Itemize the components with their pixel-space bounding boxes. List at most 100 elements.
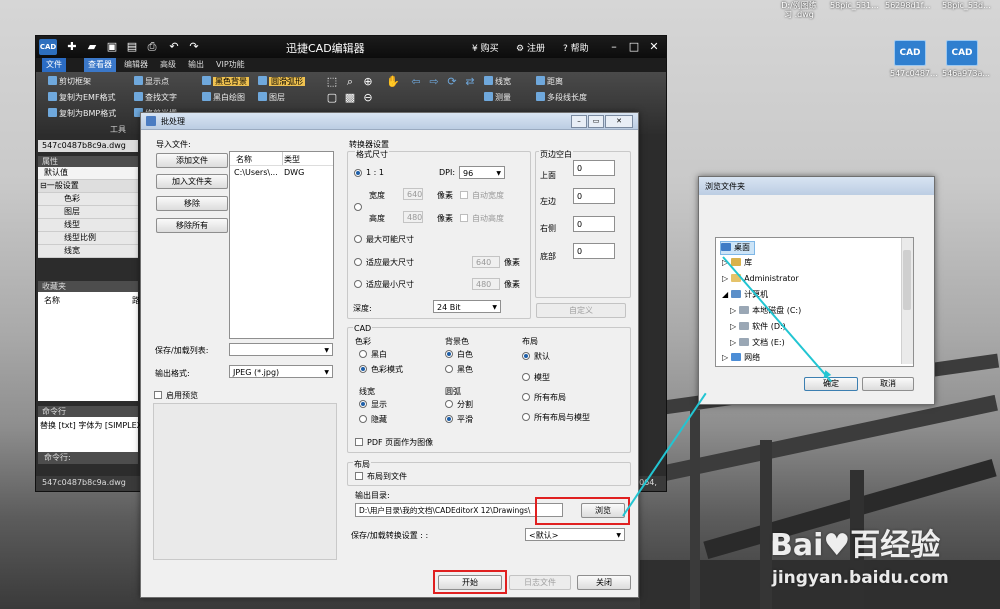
scrollbar-thumb[interactable]	[903, 250, 911, 310]
close-button[interactable]: 关闭	[577, 575, 631, 590]
desktop-file-label[interactable]: 58pic_531...	[830, 1, 879, 10]
output-dir-input[interactable]: D:\用户目录\我的文档\CADEditorX 12\Drawings\	[355, 503, 563, 517]
ratio-radio[interactable]	[354, 169, 362, 177]
color-mode-radio[interactable]	[359, 365, 367, 373]
tree-item-network[interactable]: ▷ 网络	[722, 352, 760, 364]
print-icon[interactable]: ⎙	[146, 41, 158, 53]
lineweight-show-radio[interactable]	[359, 400, 367, 408]
bw-radio[interactable]	[359, 350, 367, 358]
fit-max-input[interactable]: 640	[472, 256, 500, 268]
remove-button[interactable]: 移除	[156, 196, 228, 211]
output-format-select[interactable]: JPEG (*.jpg) ▼	[229, 365, 333, 378]
ribbon-polyline-length[interactable]: 多段线长度	[536, 92, 587, 103]
default-layout-radio[interactable]	[522, 352, 530, 360]
ribbon-smooth-arc[interactable]: 圆滑弧形	[258, 76, 305, 87]
menu-output[interactable]: 输出	[184, 58, 208, 72]
property-row[interactable]: 线型比例	[38, 232, 138, 245]
menu-advanced[interactable]: 高级	[156, 58, 180, 72]
ribbon-distance[interactable]: 距离	[536, 76, 563, 87]
rotate-icon[interactable]: ⟳	[446, 76, 458, 88]
cancel-button[interactable]: 取消	[862, 377, 914, 391]
zoom-window-icon[interactable]: ⬚	[326, 76, 338, 88]
fit-max-radio[interactable]	[354, 258, 362, 266]
batch-minimize-icon[interactable]: –	[571, 115, 587, 128]
log-file-button[interactable]: 日志文件	[509, 575, 571, 590]
margin-top-input[interactable]: 0	[573, 160, 615, 176]
arc-smooth-radio[interactable]	[445, 415, 453, 423]
property-row[interactable]: 线型	[38, 219, 138, 232]
add-file-button[interactable]: 添加文件	[156, 153, 228, 168]
batch-close-icon[interactable]: ✕	[605, 115, 633, 128]
property-row[interactable]: 图层	[38, 206, 138, 219]
margin-left-input[interactable]: 0	[573, 188, 615, 204]
redo-icon[interactable]: ↷	[188, 41, 200, 53]
save-settings-select[interactable]: <默认> ▼	[525, 528, 625, 541]
auto-height-checkbox[interactable]	[460, 214, 468, 222]
menu-vip[interactable]: VIP功能	[212, 58, 249, 72]
properties-default[interactable]: 默认值	[38, 167, 138, 180]
pan-hand-icon[interactable]: ✋	[386, 76, 400, 88]
zoom-in-icon[interactable]: ⊕	[362, 76, 374, 88]
max-possible-radio[interactable]	[354, 235, 362, 243]
register-button[interactable]: ⚙ 注册	[516, 41, 545, 54]
black-bg-radio[interactable]	[445, 365, 453, 373]
desktop-icon-cad-2[interactable]: CAD 546a973a...	[942, 40, 990, 78]
ribbon-lineweight[interactable]: 线宽	[484, 76, 511, 87]
tree-item-drive-e[interactable]: ▷ 文档 (E:)	[730, 337, 785, 349]
custom-size-radio[interactable]	[354, 203, 362, 211]
arc-split-radio[interactable]	[445, 400, 453, 408]
all-layouts-radio[interactable]	[522, 393, 530, 401]
height-input[interactable]: 480	[403, 211, 423, 223]
pdf-as-image-checkbox[interactable]	[355, 438, 363, 446]
minimize-icon[interactable]: –	[608, 41, 620, 53]
help-button[interactable]: ? 帮助	[563, 41, 589, 54]
ribbon-find-text[interactable]: 查找文字	[134, 92, 177, 103]
model-radio[interactable]	[522, 373, 530, 381]
dpi-select[interactable]: 96 ▼	[459, 166, 505, 179]
mirror-icon[interactable]: ⇄	[464, 76, 476, 88]
file-list[interactable]: 名称 类型 C:\Users\... DWG	[229, 151, 334, 339]
remove-all-button[interactable]: 移除所有	[156, 218, 228, 233]
white-bg-radio[interactable]	[445, 350, 453, 358]
ribbon-copy-bmp[interactable]: 复制为BMP格式	[48, 108, 116, 119]
tree-scrollbar[interactable]	[901, 238, 913, 364]
tree-item-desktop[interactable]: 桌面	[720, 241, 755, 255]
fit-min-input[interactable]: 480	[472, 278, 500, 290]
buy-button[interactable]: ¥ 购买	[472, 41, 499, 54]
ribbon-clip-frame[interactable]: 剪切框架	[48, 76, 91, 87]
ribbon-bw-draw[interactable]: 黑白绘图	[202, 92, 245, 103]
fit-min-radio[interactable]	[354, 280, 362, 288]
ribbon-black-bg[interactable]: 黑色背景	[202, 76, 249, 87]
save-as-icon[interactable]: ▤	[126, 41, 138, 53]
ribbon-show-points[interactable]: 显示点	[134, 76, 169, 87]
ribbon-copy-emf[interactable]: 复制为EMF格式	[48, 92, 116, 103]
desktop-file-label[interactable]: 58pic_53d...	[942, 1, 991, 10]
add-folder-button[interactable]: 加入文件夹	[156, 174, 228, 189]
enable-preview-checkbox[interactable]	[154, 391, 162, 399]
tree-item-drive-d[interactable]: ▷ 软件 (D:)	[730, 321, 786, 333]
ribbon-layers[interactable]: 图层	[258, 92, 285, 103]
open-folder-icon[interactable]: ▰	[86, 41, 98, 53]
auto-width-checkbox[interactable]	[460, 191, 468, 199]
menu-viewer[interactable]: 查看器	[84, 58, 116, 72]
properties-section[interactable]: ⊟一般设置	[38, 180, 138, 193]
desktop-icon-cad-1[interactable]: CAD 547c0487...	[890, 40, 938, 78]
new-icon[interactable]: ✚	[66, 41, 78, 53]
custom-button[interactable]: 自定义	[536, 303, 626, 318]
zoom-extents-icon[interactable]: ▢	[326, 92, 338, 104]
zoom-out-icon[interactable]: ⊖	[362, 92, 374, 104]
ribbon-measure[interactable]: 测量	[484, 92, 511, 103]
doc-tab[interactable]: 547c0487b8c9a.dwg	[38, 140, 138, 152]
menu-editor[interactable]: 编辑器	[120, 58, 152, 72]
tree-item-administrator[interactable]: ▷ Administrator	[722, 273, 799, 285]
zoom-fit-icon[interactable]: ▩	[344, 92, 356, 104]
desktop-file-label[interactable]: 56298d1f...	[885, 1, 930, 10]
arrow-right-icon[interactable]: ⇨	[428, 76, 440, 88]
menu-file[interactable]: 文件	[42, 58, 66, 72]
command-prompt[interactable]: 命令行:	[38, 452, 138, 464]
maximize-icon[interactable]: □	[628, 41, 640, 53]
save-icon[interactable]: ▣	[106, 41, 118, 53]
property-row[interactable]: 色彩	[38, 193, 138, 206]
all-layouts-model-radio[interactable]	[522, 413, 530, 421]
desktop-file-label[interactable]: D:/例图练习 .dwg	[778, 1, 820, 19]
